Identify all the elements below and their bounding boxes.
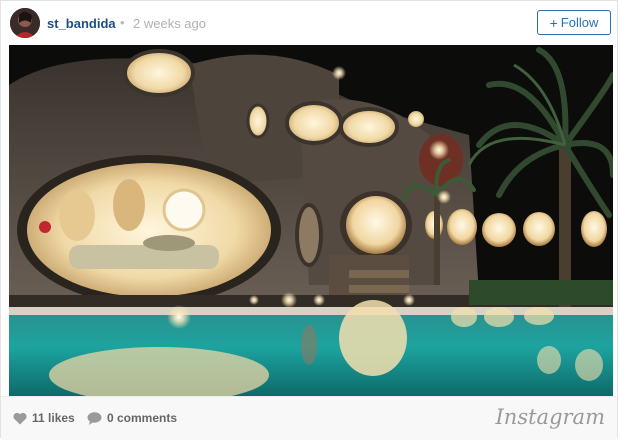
plus-icon: + [549,14,558,31]
follow-button[interactable]: + Follow [537,10,611,35]
post-photo[interactable] [9,45,613,396]
avatar[interactable] [10,8,40,38]
heart-icon [13,412,27,424]
bubble-house-night-scene [9,45,613,396]
post-header: st_bandida • 2 weeks ago + Follow [1,1,617,45]
username-link[interactable]: st_bandida [47,16,116,31]
separator-dot: • [120,15,125,30]
instagram-logo[interactable]: Instagram [496,405,605,429]
post-timestamp[interactable]: 2 weeks ago [133,16,206,31]
avatar-image [10,8,40,38]
comments-label: 0 comments [107,411,178,425]
post-footer: 11 likes 0 comments Instagram [1,396,617,440]
likes-label: 11 likes [32,411,75,425]
speech-bubble-icon [87,411,102,425]
likes-count[interactable]: 11 likes [13,411,75,425]
comments-count[interactable]: 0 comments [87,411,177,425]
follow-label: Follow [560,15,599,30]
instagram-embed-card: st_bandida • 2 weeks ago + Follow 11 lik… [0,0,618,440]
